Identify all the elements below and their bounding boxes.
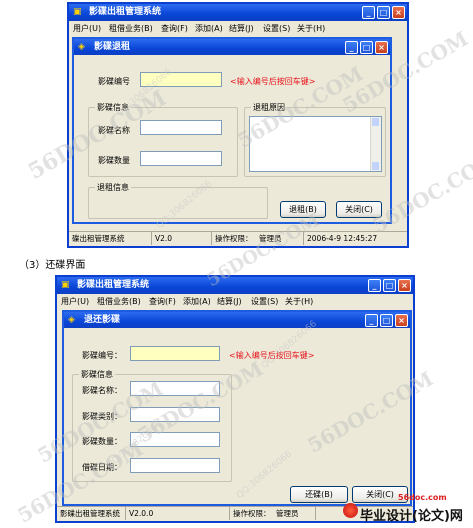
disc-qty-field[interactable]: [140, 151, 222, 166]
status-permission: 操作权限：: [229, 507, 277, 520]
disc-qty-label: 影碟数量: [98, 156, 130, 165]
menu-rental[interactable]: 租借业务(B): [97, 296, 141, 307]
menu-rental[interactable]: 租借业务(B): [109, 23, 153, 34]
app-icon: ▣: [61, 280, 70, 290]
close-icon[interactable]: ×: [398, 279, 411, 292]
textarea-scrollbar[interactable]: [370, 117, 381, 171]
dialog-icon: ◈: [78, 42, 85, 52]
minimize-icon[interactable]: _: [365, 314, 378, 327]
return-rental-title: 影碟退租: [94, 42, 131, 52]
disc-type-field[interactable]: [130, 407, 220, 422]
menu-settings[interactable]: 设置(S): [263, 23, 290, 34]
disc-id-hint: <输入编号后按回车键>: [229, 351, 315, 360]
minimize-icon[interactable]: _: [362, 6, 375, 19]
status-version: V2.0: [151, 232, 210, 245]
return-rental-button[interactable]: 退租(B): [280, 201, 326, 218]
dialog-icon: ◈: [68, 315, 75, 325]
top-main-title: 影碟出租管理系统: [89, 7, 162, 17]
status-version: V2.0.0: [125, 507, 214, 520]
return-disc-title: 退还影碟: [84, 315, 121, 325]
menu-settle[interactable]: 结算(J): [229, 23, 254, 34]
top-statusbar: 碟出租管理系统 V2.0 操作权限： 管理员 2006-4-9 12:45:27: [69, 231, 407, 246]
return-disc-button[interactable]: 还碟(B): [290, 486, 348, 503]
status-datetime: 2006-4-9 12:45:27: [303, 232, 407, 245]
return-disc-titlebar[interactable]: ◈ 退还影碟 _ □ ×: [64, 312, 410, 328]
app-icon: ▣: [73, 7, 82, 17]
menu-query[interactable]: 查询(F): [161, 23, 188, 34]
close-icon[interactable]: ×: [392, 6, 405, 19]
bottom-main-window: ▣ 影碟出租管理系统 _ □ × 用户(U) 租借业务(B) 查询(F) 添加(…: [55, 275, 415, 523]
disc-name-field[interactable]: [140, 120, 222, 135]
menu-query[interactable]: 查询(F): [149, 296, 176, 307]
status-app: 碟出租管理系统: [72, 234, 125, 243]
borrow-date-field[interactable]: [130, 458, 220, 473]
footer-logo-url: 56doc.com: [398, 493, 447, 502]
close-icon[interactable]: ×: [375, 41, 388, 54]
top-main-window: ▣ 影碟出租管理系统 _ □ × 用户(U) 租借业务(B) 查询(F) 添加(…: [67, 2, 409, 248]
disc-id-input[interactable]: [130, 346, 220, 361]
menu-add[interactable]: 添加(A): [183, 296, 211, 307]
return-disc-dialog: ◈ 退还影碟 _ □ × 影碟编号： <输入编号后按回车键> 影碟信息 影碟名称…: [62, 310, 412, 506]
top-menubar: 用户(U) 租借业务(B) 查询(F) 添加(A) 结算(J) 设置(S) 关于…: [69, 21, 407, 36]
maximize-icon[interactable]: □: [380, 314, 393, 327]
minimize-icon[interactable]: _: [368, 279, 381, 292]
menu-about[interactable]: 关于(H): [285, 296, 313, 307]
return-reason-textarea[interactable]: [249, 116, 382, 172]
menu-user[interactable]: 用户(U): [73, 23, 101, 34]
return-info-title: 退租信息: [95, 182, 131, 193]
return-info-group: 退租信息: [88, 182, 268, 219]
bottom-main-titlebar[interactable]: ▣ 影碟出租管理系统 _ □ ×: [57, 277, 413, 294]
menu-user[interactable]: 用户(U): [61, 296, 89, 307]
menu-add[interactable]: 添加(A): [195, 23, 223, 34]
return-reason-title: 退租原因: [251, 102, 287, 113]
return-rental-dialog: ◈ 影碟退租 _ □ × 影碟编号 <输入编号后按回车键> 影碟信息 影碟名称 …: [72, 37, 392, 224]
maximize-icon[interactable]: □: [383, 279, 396, 292]
footer-logo-icon: [343, 503, 358, 518]
maximize-icon[interactable]: □: [360, 41, 373, 54]
disc-info-title: 影碟信息: [95, 102, 131, 113]
return-rental-titlebar[interactable]: ◈ 影碟退租 _ □ ×: [74, 39, 390, 55]
borrow-date-label: 借碟日期：: [82, 463, 122, 472]
disc-type-label: 影碟类别：: [82, 412, 122, 421]
bottom-menubar: 用户(U) 租借业务(B) 查询(F) 添加(A) 结算(J) 设置(S) 关于…: [57, 294, 413, 309]
footer-logo-name: 毕业设计(论文)网: [360, 509, 463, 524]
menu-about[interactable]: 关于(H): [297, 23, 325, 34]
disc-info-group: 影碟信息: [88, 102, 238, 177]
disc-name-field[interactable]: [130, 381, 220, 396]
disc-name-label: 影碟名称：: [82, 386, 122, 395]
bottom-main-title: 影碟出租管理系统: [77, 280, 150, 290]
disc-id-label: 影碟编号: [98, 77, 130, 86]
close-icon[interactable]: ×: [395, 314, 408, 327]
menu-settle[interactable]: 结算(J): [217, 296, 242, 307]
status-permission: 操作权限：: [211, 232, 259, 245]
disc-id-hint: <输入编号后按回车键>: [230, 77, 316, 86]
disc-qty-label: 影碟数量：: [82, 437, 122, 446]
top-main-titlebar[interactable]: ▣ 影碟出租管理系统 _ □ ×: [69, 4, 407, 21]
disc-id-input[interactable]: [140, 72, 222, 87]
status-role: 管理员: [276, 509, 299, 518]
disc-id-label: 影碟编号：: [82, 351, 122, 360]
section-caption: （3）还碟界面: [19, 260, 86, 271]
disc-info-title: 影碟信息: [79, 369, 115, 380]
status-app: 影碟出租管理系统: [60, 509, 120, 518]
disc-name-label: 影碟名称: [98, 126, 130, 135]
close-button[interactable]: 关闭(C): [336, 201, 382, 218]
minimize-icon[interactable]: _: [345, 41, 358, 54]
disc-qty-field[interactable]: [130, 432, 220, 447]
status-role: 管理员: [259, 234, 282, 243]
menu-settings[interactable]: 设置(S): [251, 296, 278, 307]
maximize-icon[interactable]: □: [377, 6, 390, 19]
